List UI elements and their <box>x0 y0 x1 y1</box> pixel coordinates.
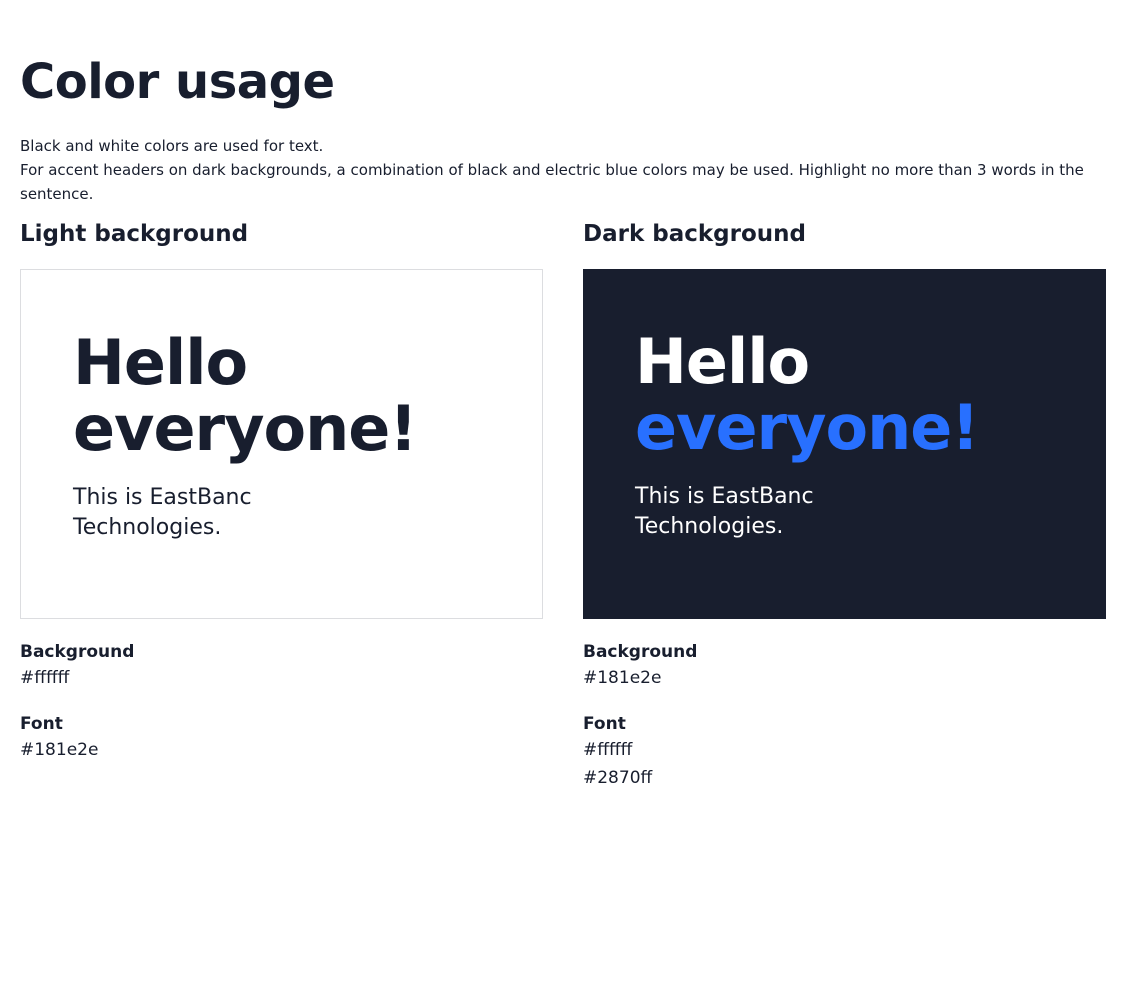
dark-background-spec: Background #181e2e <box>583 640 697 692</box>
intro-text: Black and white colors are used for text… <box>20 134 1110 206</box>
dark-font-value-blue: #2870ff <box>583 768 653 788</box>
dark-background-heading: Dark background <box>583 221 806 247</box>
light-background-section: Light background Hello everyone! This is… <box>20 218 543 760</box>
dark-headline-line-2: everyone! <box>635 391 980 464</box>
dark-background-value: #181e2e <box>583 668 662 688</box>
light-background-heading: Light background <box>20 221 249 247</box>
dark-sample-body: This is EastBanc Technologies. <box>635 484 814 539</box>
dark-font-spec: Font #ffffff #2870ff <box>583 712 652 792</box>
light-sample-body: This is EastBanc Technologies. <box>73 485 252 540</box>
dark-background-label: Background <box>583 642 698 662</box>
light-background-label: Background <box>20 642 135 662</box>
dark-sample-card: Hello everyone! This is EastBanc Technol… <box>583 269 1106 619</box>
page-title: Color usage <box>20 54 335 110</box>
light-headline-line-1: Hello <box>73 326 248 399</box>
light-sample-headline: Hello everyone! <box>73 326 418 465</box>
dark-headline-line-1: Hello <box>635 325 810 398</box>
intro-line-1: Black and white colors are used for text… <box>20 137 324 155</box>
dark-sample-headline: Hello everyone! <box>635 325 980 464</box>
light-background-spec: Background #ffffff <box>20 640 134 692</box>
light-headline-line-2: everyone! <box>73 392 418 465</box>
light-sample-card: Hello everyone! This is EastBanc Technol… <box>20 269 543 619</box>
light-font-spec: Font #181e2e <box>20 712 98 764</box>
dark-background-section: Dark background Hello everyone! This is … <box>583 218 1106 788</box>
light-background-value: #ffffff <box>20 668 70 688</box>
intro-line-2: For accent headers on dark backgrounds, … <box>20 161 1084 203</box>
light-font-value: #181e2e <box>20 740 99 760</box>
dark-font-value-white: #ffffff <box>583 740 633 760</box>
light-font-label: Font <box>20 714 63 734</box>
dark-font-label: Font <box>583 714 626 734</box>
